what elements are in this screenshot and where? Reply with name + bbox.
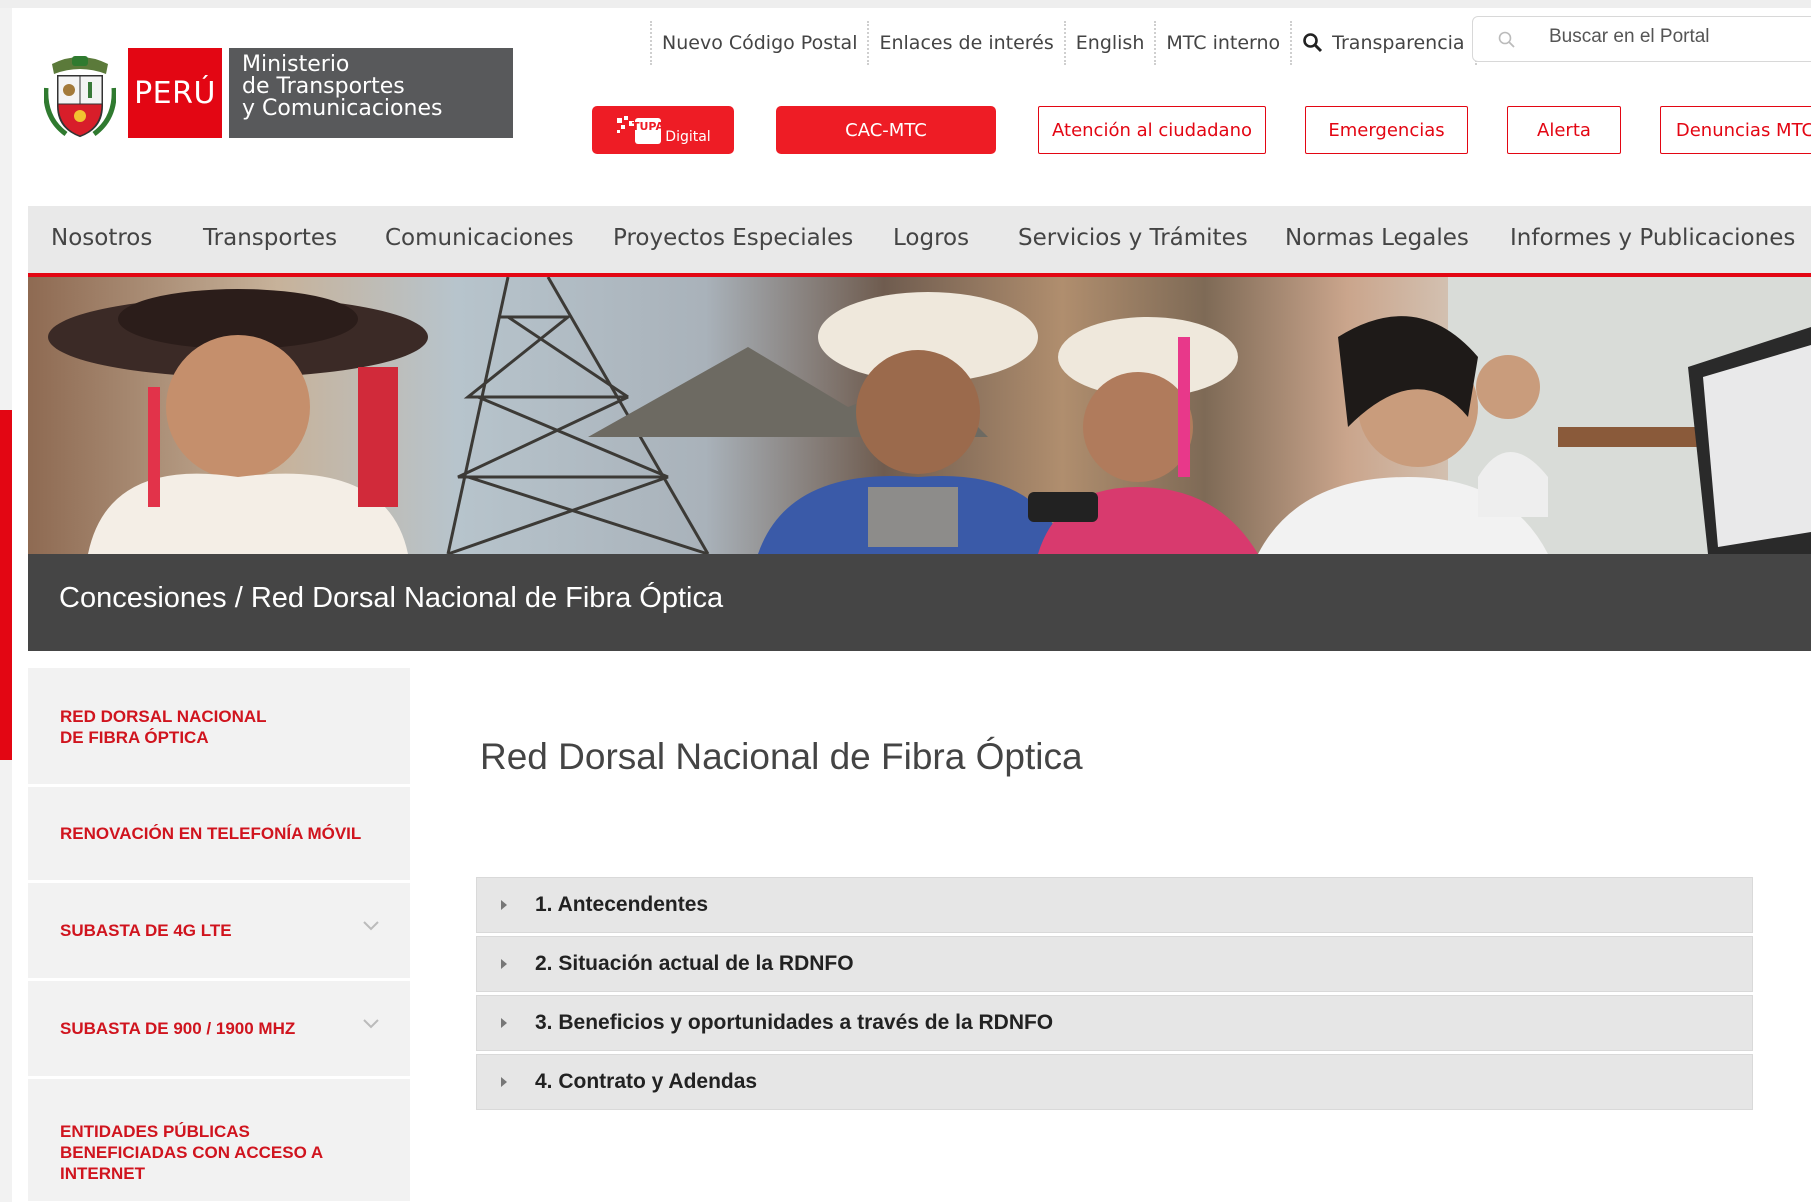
sidebar-item-subasta-4g[interactable]: SUBASTA DE 4G LTE	[28, 883, 410, 981]
caret-right-icon	[501, 1077, 507, 1087]
breadcrumb: Concesiones / Red Dorsal Nacional de Fib…	[59, 582, 724, 614]
link-enlaces-interes[interactable]: Enlaces de interés	[879, 32, 1053, 54]
nav-item-nosotros[interactable]: Nosotros	[51, 225, 152, 251]
site-logo[interactable]: PERÚ Ministerio de Transportes y Comunic…	[43, 48, 513, 138]
sidebar-item-renovacion[interactable]: RENOVACIÓN EN TELEFONÍA MÓVIL	[28, 787, 410, 883]
link-transparencia[interactable]: Transparencia	[1302, 32, 1465, 54]
utility-links: Nuevo Código Postal Enlaces de interés E…	[640, 21, 1487, 65]
caret-right-icon	[501, 1018, 507, 1028]
sidebar: RED DORSAL NACIONAL DE FIBRA ÓPTICA RENO…	[28, 668, 410, 1204]
search-input[interactable]	[1547, 25, 1811, 49]
accordion-item-antecedentes[interactable]: 1. Antecendentes	[476, 877, 1753, 933]
hero-banner	[28, 277, 1811, 554]
left-red-accent	[0, 410, 12, 760]
denuncias-mtc-button[interactable]: Denuncias MTC	[1660, 106, 1811, 154]
ministry-line: y Comunicaciones	[242, 96, 443, 121]
link-codigo-postal[interactable]: Nuevo Código Postal	[662, 32, 857, 54]
nav-item-servicios-tramites[interactable]: Servicios y Trámites	[1018, 225, 1248, 251]
magnifier-icon	[1303, 33, 1323, 53]
coat-of-arms-icon	[43, 48, 117, 138]
divider	[867, 21, 870, 65]
page-title-bar: Concesiones / Red Dorsal Nacional de Fib…	[28, 554, 1811, 651]
caret-right-icon	[501, 900, 507, 910]
sidebar-item-entidades[interactable]: ENTIDADES PÚBLICAS BENEFICIADAS CON ACCE…	[28, 1079, 410, 1204]
search-box[interactable]	[1472, 16, 1811, 62]
sidebar-item-red-dorsal[interactable]: RED DORSAL NACIONAL DE FIBRA ÓPTICA	[28, 668, 410, 787]
ministry-name: Ministerio de Transportes y Comunicacion…	[229, 48, 513, 138]
caret-right-icon	[501, 959, 507, 969]
accordion-item-contrato[interactable]: 4. Contrato y Adendas	[476, 1054, 1753, 1110]
sidebar-item-label: ENTIDADES PÚBLICAS BENEFICIADAS CON ACCE…	[60, 1122, 323, 1183]
nav-item-transportes[interactable]: Transportes	[203, 225, 337, 251]
divider	[650, 21, 652, 65]
link-label: Transparencia	[1332, 32, 1465, 54]
peru-label: PERÚ	[128, 48, 222, 138]
hero-banner-illustration	[48, 277, 1811, 554]
page-title: Red Dorsal Nacional de Fibra Óptica	[480, 736, 1083, 777]
cac-mtc-button[interactable]: CAC-MTC	[776, 106, 996, 154]
search-icon	[1498, 31, 1515, 48]
atencion-ciudadano-button[interactable]: Atención al ciudadano	[1038, 106, 1266, 154]
tupa-suffix: Digital	[665, 129, 711, 145]
nav-item-informes-publicaciones[interactable]: Informes y Publicaciones	[1510, 225, 1795, 251]
accordion-label: 3. Beneficios y oportunidades a través d…	[535, 1011, 1054, 1034]
divider	[1063, 21, 1066, 65]
accordion-label: 4. Contrato y Adendas	[535, 1070, 758, 1093]
main-nav: Nosotros Transportes Comunicaciones Proy…	[28, 206, 1811, 277]
nav-item-normas-legales[interactable]: Normas Legales	[1285, 225, 1469, 251]
emergencias-button[interactable]: Emergencias	[1305, 106, 1468, 154]
ministry-line: de Transportes	[242, 74, 405, 99]
tupa-logo-icon: TUPA	[615, 114, 665, 146]
sidebar-item-label: RED DORSAL NACIONAL DE FIBRA ÓPTICA	[60, 707, 267, 747]
accordion-label: 2. Situación actual de la RDNFO	[535, 952, 854, 975]
sidebar-item-label: RENOVACIÓN EN TELEFONÍA MÓVIL	[60, 824, 362, 843]
sidebar-item-label: SUBASTA DE 4G LTE	[60, 921, 232, 940]
alerta-button[interactable]: Alerta	[1507, 106, 1621, 154]
divider	[1290, 21, 1293, 65]
tupa-digital-button[interactable]: TUPA Digital	[592, 106, 734, 154]
accordion-label: 1. Antecendentes	[535, 893, 709, 916]
nav-item-logros[interactable]: Logros	[893, 225, 969, 251]
sidebar-item-label: SUBASTA DE 900 / 1900 MHZ	[60, 1019, 296, 1038]
link-english[interactable]: English	[1076, 32, 1145, 54]
tupa-mark: TUPA	[632, 120, 663, 133]
divider	[1154, 21, 1157, 65]
ministry-line: Ministerio	[242, 52, 350, 77]
accordion-item-beneficios[interactable]: 3. Beneficios y oportunidades a través d…	[476, 995, 1753, 1051]
link-mtc-interno[interactable]: MTC interno	[1166, 32, 1280, 54]
chevron-down-icon[interactable]	[362, 919, 380, 933]
nav-item-proyectos-especiales[interactable]: Proyectos Especiales	[613, 225, 853, 251]
nav-item-comunicaciones[interactable]: Comunicaciones	[385, 225, 574, 251]
chevron-down-icon[interactable]	[362, 1017, 380, 1031]
sidebar-item-subasta-900[interactable]: SUBASTA DE 900 / 1900 MHZ	[28, 981, 410, 1079]
accordion-item-situacion[interactable]: 2. Situación actual de la RDNFO	[476, 936, 1753, 992]
top-strip	[0, 0, 1811, 8]
